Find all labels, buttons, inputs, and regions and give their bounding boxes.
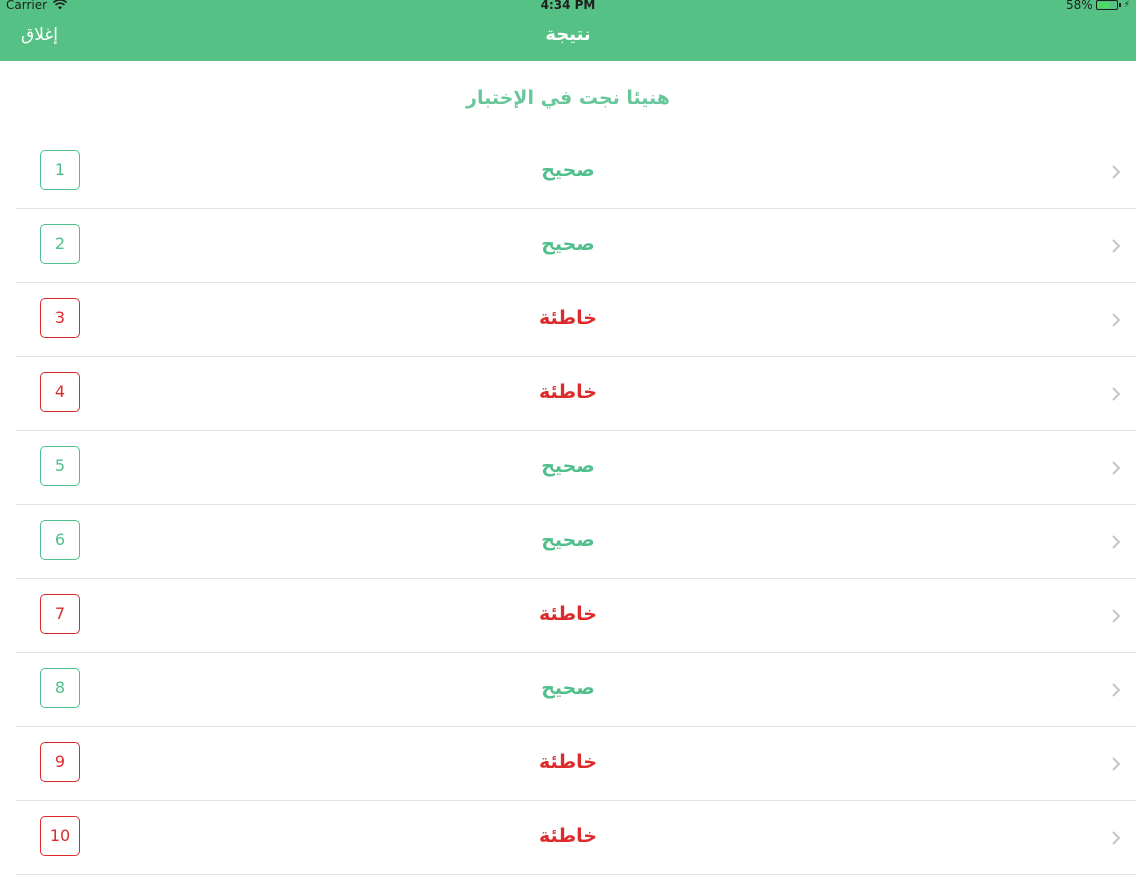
status-time: 4:34 PM [540, 0, 596, 12]
result-row[interactable]: 2 صحيح [16, 209, 1136, 283]
battery-icon [1095, 0, 1118, 10]
result-status-label: خاطئة [538, 381, 597, 403]
result-row[interactable]: 4 خاطئة [16, 357, 1136, 431]
chevron-right-icon [1112, 683, 1121, 697]
chevron-right-icon [1112, 239, 1121, 253]
result-status-label: صحيح [541, 233, 595, 255]
chevron-right-icon [1112, 757, 1121, 771]
chevron-right-icon [1112, 387, 1121, 401]
chevron-right-icon [1112, 313, 1121, 327]
result-headline: هنيئا نجت في الإختبار [466, 87, 670, 109]
chevron-right-icon [1112, 609, 1121, 623]
result-row[interactable]: 8 صحيح [16, 653, 1136, 727]
result-row[interactable]: 3 خاطئة [16, 283, 1136, 357]
result-row[interactable]: 10 خاطئة [16, 801, 1136, 875]
results-list: 1 صحيح 2 صحيح 3 خاطئة 4 خاطئة 5 صحيح 6 صحيح 7 خاطئة 8 ص… [0, 135, 1136, 875]
battery-indicator: 58% ⚡ [1066, 0, 1130, 11]
navigation-bar: Carrier 4:34 PM 58% ⚡ إغلاق نتيجة [0, 0, 1136, 61]
page-title: نتيجة [545, 24, 591, 45]
result-row[interactable]: 6 صحيح [16, 505, 1136, 579]
chevron-right-icon [1112, 461, 1121, 475]
result-status-label: خاطئة [538, 825, 597, 847]
result-status-label: خاطئة [538, 751, 597, 773]
chevron-right-icon [1112, 535, 1121, 549]
charging-bolt-icon: ⚡ [1123, 0, 1130, 10]
result-status-label: خاطئة [538, 603, 597, 625]
result-status-label: خاطئة [538, 307, 597, 329]
battery-tip [1118, 3, 1121, 7]
result-row[interactable]: 7 خاطئة [16, 579, 1136, 653]
result-status-label: صحيح [541, 529, 595, 551]
result-status-label: صحيح [541, 159, 595, 181]
result-row[interactable]: 9 خاطئة [16, 727, 1136, 801]
result-row[interactable]: 5 صحيح [16, 431, 1136, 505]
result-status-label: صحيح [541, 455, 595, 477]
result-status-label: صحيح [541, 677, 595, 699]
chevron-right-icon [1112, 165, 1121, 179]
result-row[interactable]: 1 صحيح [16, 135, 1136, 209]
status-bar: Carrier 4:34 PM 58% ⚡ [0, 0, 1136, 12]
chevron-right-icon [1112, 831, 1121, 845]
battery-percent: 58% [1066, 0, 1093, 12]
